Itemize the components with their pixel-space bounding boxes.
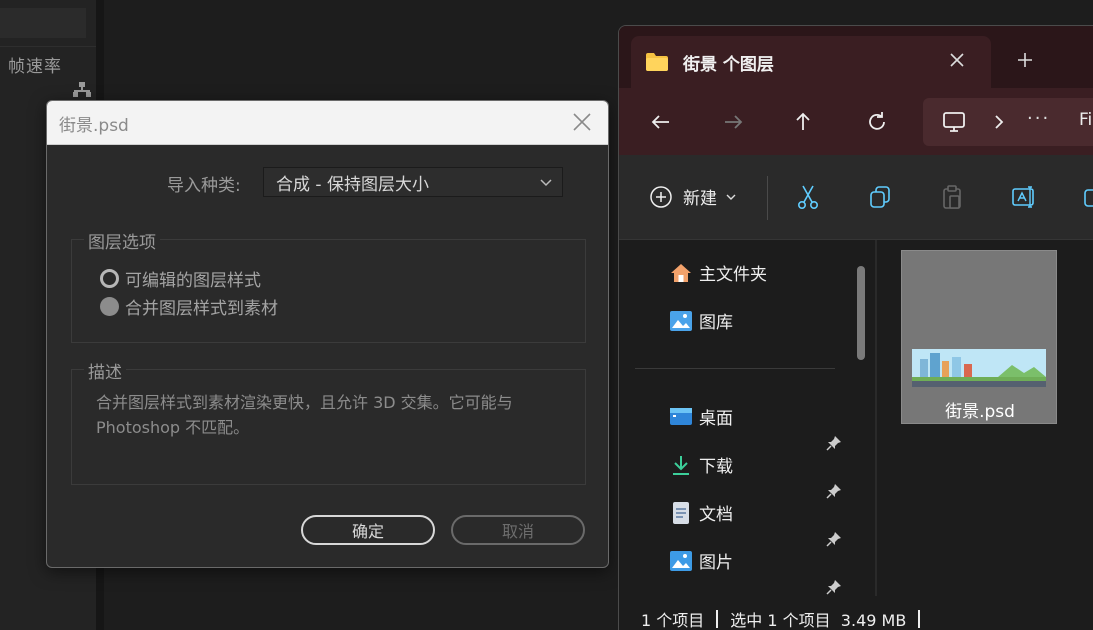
- cancel-button[interactable]: 取消: [451, 515, 585, 545]
- plus-icon[interactable]: [1015, 50, 1035, 70]
- hierarchy-icon: [73, 82, 91, 97]
- radio-merge-label: 合并图层样式到素材: [125, 299, 278, 319]
- status-separator: [716, 609, 719, 628]
- ok-button[interactable]: 确定: [301, 515, 435, 545]
- paste-icon[interactable]: [939, 184, 965, 210]
- file-name: 街景.psd: [945, 402, 1015, 422]
- item-count: 1 个项目: [641, 610, 705, 630]
- frame-rate-label: 帧速率: [8, 57, 62, 77]
- file-explorer-window: 街景 个图层 ··· Fi 新建 主文件夹 图库 桌面 下载 文档 图片 街景.…: [618, 25, 1093, 630]
- pictures-icon: [670, 550, 692, 571]
- layer-options-title: 图层选项: [84, 228, 160, 253]
- nav-divider: [635, 368, 835, 369]
- chevron-down-icon: [726, 194, 736, 200]
- forward-arrow-icon[interactable]: [721, 110, 745, 134]
- plus-circle-icon: [650, 185, 672, 208]
- pin-icon[interactable]: [825, 578, 843, 596]
- nav-item-documents[interactable]: 文档: [669, 500, 733, 525]
- refresh-icon[interactable]: [865, 110, 889, 134]
- selection-info: 选中 1 个项目 3.49 MB: [730, 610, 907, 630]
- chevron-right-icon[interactable]: [989, 112, 1009, 132]
- radio-editable-layer-styles[interactable]: 可编辑的图层样式: [100, 266, 261, 291]
- pin-icon[interactable]: [825, 434, 843, 452]
- radio-editable-label: 可编辑的图层样式: [125, 271, 261, 291]
- document-icon: [673, 501, 689, 524]
- close-icon[interactable]: [947, 50, 967, 70]
- pin-icon[interactable]: [825, 482, 843, 500]
- description-group: 描述 合并图层样式到素材渲染更快，且允许 3D 交集。它可能与 Photosho…: [71, 358, 586, 485]
- dialog-title: 街景.psd: [59, 116, 129, 136]
- layer-options-group: 图层选项 可编辑的图层样式 合并图层样式到素材: [71, 228, 586, 343]
- chevron-down-icon: [540, 179, 552, 187]
- desktop-icon: [670, 407, 692, 425]
- status-bar: 1 个项目 选中 1 个项目 3.49 MB: [619, 596, 1093, 630]
- nav-scrollbar[interactable]: [857, 266, 865, 360]
- address-bar[interactable]: ··· Fi: [923, 98, 1093, 146]
- nav-item-pictures[interactable]: 图片: [669, 548, 733, 573]
- import-kind-value: 合成 - 保持图层大小: [276, 174, 429, 195]
- import-dialog: 街景.psd 导入种类: 合成 - 保持图层大小 图层选项 可编辑的图层样式 合…: [46, 100, 609, 568]
- file-item[interactable]: 街景.psd: [901, 250, 1057, 424]
- gallery-icon: [670, 310, 692, 331]
- home-icon: [671, 263, 691, 282]
- new-button[interactable]: 新建: [649, 184, 747, 209]
- tab-title: 街景 个图层: [683, 55, 774, 75]
- download-icon: [673, 455, 689, 475]
- navigation-bar: ··· Fi: [619, 88, 1093, 156]
- file-thumbnail: [912, 349, 1046, 387]
- import-kind-select[interactable]: 合成 - 保持图层大小: [263, 167, 563, 197]
- nav-item-gallery[interactable]: 图库: [669, 308, 733, 333]
- path-segment[interactable]: Fi: [1079, 110, 1092, 130]
- new-label: 新建: [683, 189, 717, 209]
- nav-label: 文档: [699, 505, 733, 525]
- copy-icon[interactable]: [867, 184, 893, 210]
- command-bar: 新建: [619, 156, 1093, 240]
- path-overflow[interactable]: ···: [1027, 108, 1050, 129]
- nav-item-desktop[interactable]: 桌面: [669, 404, 733, 429]
- nav-label: 桌面: [699, 409, 733, 429]
- cut-icon[interactable]: [795, 184, 821, 210]
- up-arrow-icon[interactable]: [791, 110, 815, 134]
- tab-folder[interactable]: 街景 个图层: [631, 36, 991, 88]
- description-title: 描述: [84, 358, 126, 383]
- status-separator: [918, 609, 921, 628]
- nav-label: 下载: [699, 457, 733, 477]
- nav-item-downloads[interactable]: 下载: [669, 452, 733, 477]
- nav-label: 图库: [699, 313, 733, 333]
- nav-label: 图片: [699, 553, 733, 573]
- pin-icon[interactable]: [825, 530, 843, 548]
- navigation-pane: 主文件夹 图库 桌面 下载 文档 图片: [619, 240, 875, 596]
- command-separator: [767, 176, 768, 220]
- rename-icon[interactable]: [1011, 184, 1037, 210]
- radio-unchecked-icon: [100, 269, 119, 288]
- description-text: 合并图层样式到素材渲染更快，且允许 3D 交集。它可能与 Photoshop 不…: [96, 393, 513, 437]
- tab-strip: 街景 个图层: [619, 26, 1093, 88]
- dialog-titlebar[interactable]: 街景.psd: [47, 101, 608, 145]
- back-arrow-icon[interactable]: [649, 110, 673, 134]
- file-list: 街景.psd: [877, 240, 1093, 596]
- close-icon[interactable]: [570, 110, 594, 134]
- nav-item-home[interactable]: 主文件夹: [669, 260, 767, 285]
- background-toolbar: [0, 8, 86, 38]
- radio-checked-icon: [100, 297, 119, 316]
- monitor-icon: [943, 112, 965, 132]
- import-kind-label: 导入种类:: [167, 176, 241, 196]
- radio-merge-layer-styles[interactable]: 合并图层样式到素材: [100, 294, 278, 319]
- background-divider: [0, 46, 100, 47]
- share-icon[interactable]: [1081, 184, 1093, 210]
- nav-label: 主文件夹: [699, 265, 767, 285]
- folder-icon: [646, 53, 668, 71]
